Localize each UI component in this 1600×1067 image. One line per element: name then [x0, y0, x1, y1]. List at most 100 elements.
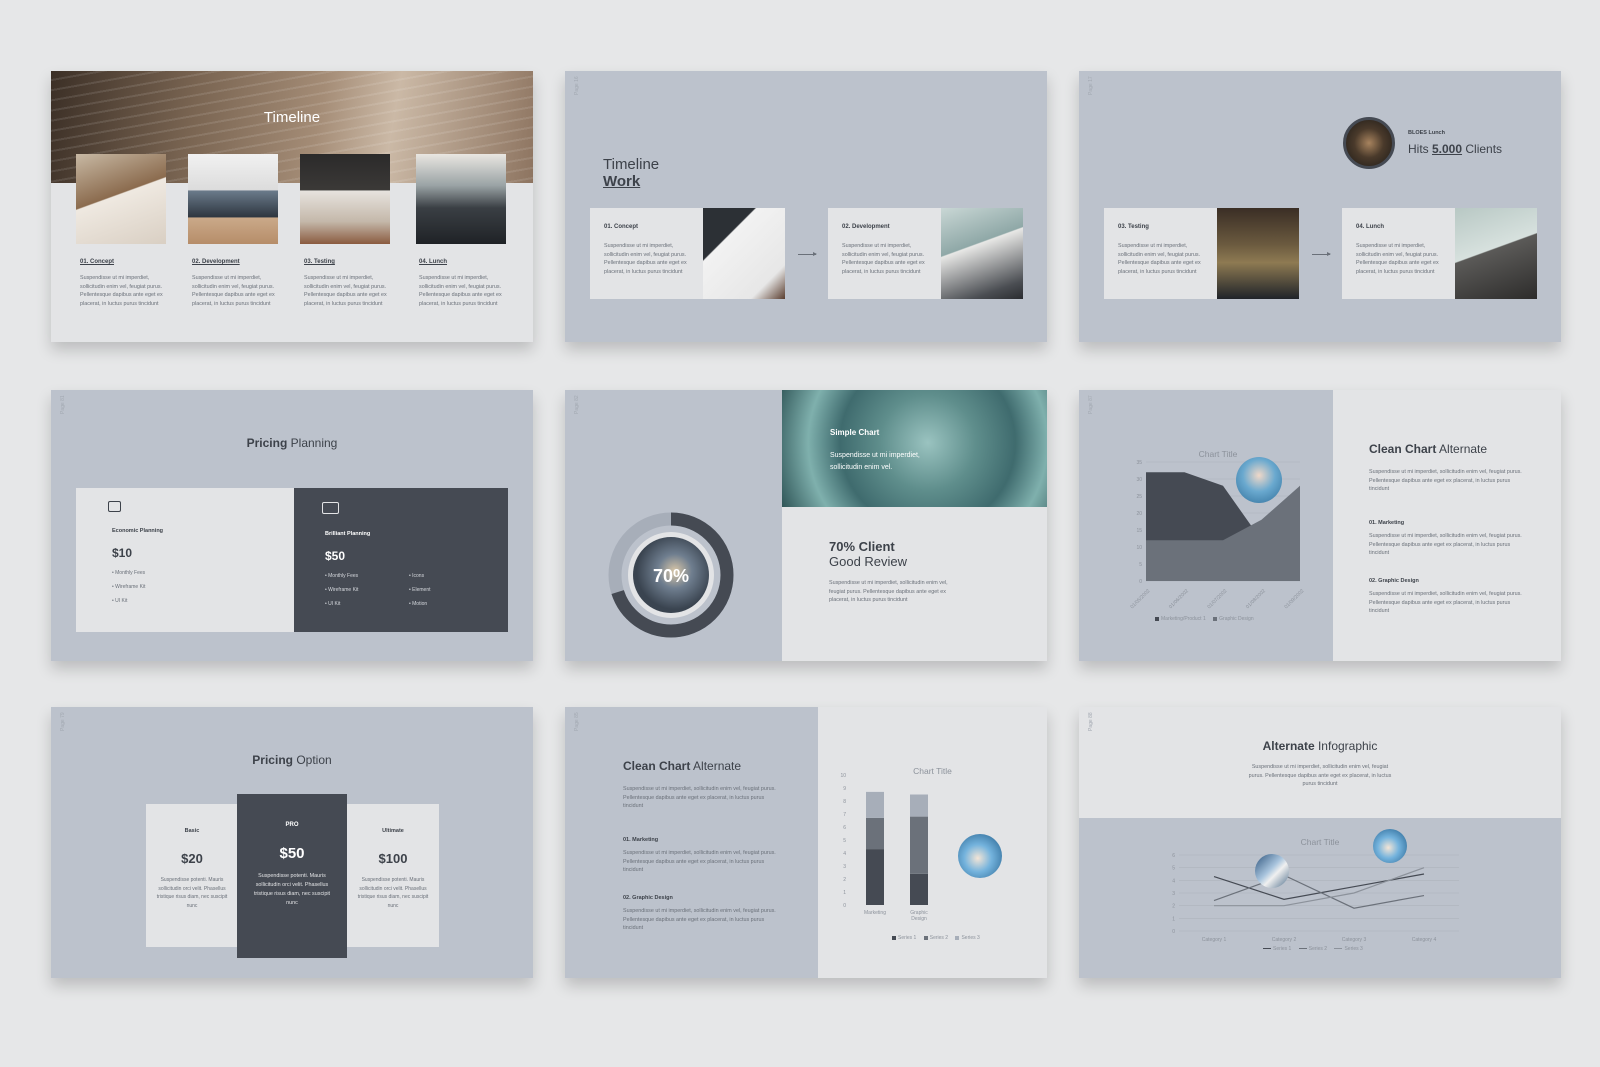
- plan-card-economic[interactable]: Economic Planning $10 Monthly Fees Wiref…: [76, 488, 294, 632]
- bar-segment: [866, 849, 884, 905]
- wallet-icon: [108, 501, 121, 512]
- feature-list: Icons Element Motion: [409, 569, 430, 611]
- page-number: Page 82: [574, 395, 580, 414]
- plan-price: $50: [325, 549, 346, 563]
- y-tick-label: 0: [1172, 929, 1175, 935]
- bar-segment: [910, 816, 928, 874]
- arrow-icon: [798, 252, 817, 256]
- workspace-photo: [300, 154, 390, 244]
- slide-alternate-infographic[interactable]: Page 88 Alternate Infographic Suspendiss…: [1079, 707, 1561, 978]
- y-tick-label: 6: [1172, 853, 1175, 859]
- card-label: 04. Lunch: [1356, 224, 1385, 230]
- slide-clean-chart-bars[interactable]: Page 85 Clean Chart Alternate Suspendiss…: [565, 707, 1047, 978]
- credit-card-icon: [322, 502, 339, 514]
- donut-chart: 70%: [608, 512, 734, 638]
- plan-price: $20: [181, 851, 203, 866]
- slide4-title: Pricing Planning: [51, 436, 533, 450]
- review-panel: 70% Client Good Review Suspendisse ut mi…: [782, 507, 1047, 661]
- x-tick-label: Design: [911, 916, 927, 922]
- feature: Monthly Fees: [112, 570, 145, 576]
- photo-caption-title: Simple Chart: [830, 428, 880, 437]
- slide7-title: Pricing Option: [51, 753, 533, 767]
- bar-segment: [866, 791, 884, 818]
- clients-badge-small: BLOES Lunch: [1408, 130, 1445, 136]
- bar-segment: [910, 873, 928, 905]
- arrow-icon: [1312, 252, 1331, 256]
- photo-caption-text: Suspendisse ut mi imperdiet, sollicitudi…: [830, 452, 920, 471]
- legend-label: Graphic Design: [1219, 616, 1254, 622]
- feature: Wireframe Kit: [112, 584, 145, 590]
- feature: Wireframe Kit: [325, 587, 358, 593]
- y-tick-label: 9: [843, 786, 846, 792]
- timeline-item-text: Suspendisse ut mi imperdiet, sollicitudi…: [304, 275, 387, 307]
- avatar: [1343, 117, 1395, 169]
- plan-price: $100: [378, 851, 408, 866]
- slide-pricing-planning[interactable]: Page 81 Pricing Planning Economic Planni…: [51, 390, 533, 661]
- plan-card-basic[interactable]: Basic $20 Suspendisse potenti. Mauris so…: [146, 804, 238, 947]
- plan-name: Economic Planning: [112, 528, 164, 534]
- section-label: 02. Graphic Design: [623, 895, 673, 901]
- x-tick-label: 01/07/2002: [1206, 588, 1228, 610]
- timeline-item-label: 03. Testing: [304, 259, 335, 265]
- timeline-item-text: Suspendisse ut mi imperdiet, sollicitudi…: [80, 275, 163, 307]
- slide-timeline-clients[interactable]: Page 17 BLOES Lunch Hits 5.000 Clients 0…: [1079, 71, 1561, 342]
- slide-client-review[interactable]: Page 82 70% Simple Chart Suspendisse ut …: [565, 390, 1047, 661]
- y-tick-label: 35: [1136, 460, 1142, 466]
- feature-list: Monthly Fees Wireframe Kit UI Kit: [325, 569, 358, 611]
- slide-clean-chart-area[interactable]: Page 87 Chart Title 35 30 25 20 15 10 5 0 01/05/…: [1079, 390, 1561, 661]
- y-tick-label: 5: [1172, 866, 1175, 872]
- y-tick-label: 2: [843, 877, 846, 883]
- review-text: Suspendisse ut mi imperdiet, sollicitudi…: [829, 580, 948, 604]
- card-label: 02. Development: [842, 224, 890, 230]
- panel-intro: Suspendisse ut mi imperdiet, sollicitudi…: [623, 786, 776, 810]
- cafe-photo: [416, 154, 506, 244]
- work-card: 01. Concept Suspendisse ut mi imperdiet,…: [590, 208, 785, 299]
- plan-card-ultimate[interactable]: Ultimate $100 Suspendisse potenti. Mauri…: [347, 804, 439, 947]
- legend-label: Series 3: [1344, 946, 1363, 952]
- badge-suffix: Clients: [1462, 142, 1503, 156]
- slide-timeline[interactable]: Timeline 01. Concept Suspendisse ut mi i…: [51, 71, 533, 342]
- slide1-title: Timeline: [263, 109, 321, 126]
- title-light: Alternate: [1436, 442, 1488, 456]
- panel-intro: Suspendisse ut mi imperdiet, sollicitudi…: [1369, 469, 1522, 493]
- badge-prefix: Hits: [1408, 142, 1432, 156]
- timeline-item-text: Suspendisse ut mi imperdiet, sollicitudi…: [419, 275, 502, 307]
- legend-label: Series 3: [961, 935, 980, 941]
- chart-text-panel: Clean Chart Alternate Suspendisse ut mi …: [1333, 390, 1561, 661]
- line-series-1: [1213, 873, 1425, 900]
- work-card: 04. Lunch Suspendisse ut mi imperdiet, s…: [1342, 208, 1537, 299]
- slide2-title: Timeline Work: [603, 156, 659, 190]
- swimmer-avatar: [958, 834, 1002, 878]
- y-tick-label: 5: [1139, 562, 1142, 568]
- plan-card-brilliant[interactable]: Brilliant Planning $50 Monthly Fees Wire…: [294, 488, 508, 632]
- page-number: Page 79: [60, 712, 66, 731]
- y-tick-label: 6: [843, 825, 846, 831]
- slide-timeline-work[interactable]: Page 16 Timeline Work 01. Concept Suspen…: [565, 71, 1047, 342]
- title-bold: Work: [603, 173, 641, 190]
- feature: Icons: [409, 573, 424, 579]
- museum-photo: [1217, 208, 1299, 299]
- section-text: Suspendisse ut mi imperdiet, sollicitudi…: [1369, 533, 1522, 557]
- timeline-item-label: 01. Concept: [80, 259, 115, 265]
- feature-list: Monthly Fees Wireframe Kit UI Kit: [112, 566, 145, 608]
- timeline-item-label: 02. Development: [192, 259, 240, 265]
- y-tick-label: 8: [843, 799, 846, 805]
- feature: Motion: [409, 601, 427, 607]
- feature: Element: [409, 587, 430, 593]
- bicycle-avatar: [1255, 854, 1289, 888]
- review-heading-light: Good Review: [829, 554, 908, 569]
- x-tick-label: Marketing: [864, 910, 886, 916]
- work-card: 02. Development Suspendisse ut mi imperd…: [828, 208, 1023, 299]
- line-chart: 6 5 4 3 2 1 0 Category 1 Category 2 Category 3 Cat…: [1172, 853, 1459, 943]
- title-bold: Pricing: [246, 436, 288, 450]
- donut-label: 70%: [653, 566, 689, 586]
- plan-card-pro[interactable]: PRO $50 Suspendisse potenti. Mauris soll…: [237, 794, 347, 958]
- section-label: 01. Marketing: [623, 837, 659, 843]
- x-tick-label: Category 1: [1202, 937, 1227, 943]
- title-light: Timeline: [603, 156, 660, 173]
- section-label: 02. Graphic Design: [1369, 578, 1419, 584]
- slide-pricing-option[interactable]: Page 79 Pricing Option Basic $20 Suspend…: [51, 707, 533, 978]
- title-bold: Clean Chart: [623, 759, 691, 773]
- woman-avatar: [1236, 457, 1282, 503]
- title-light: Alternate: [690, 759, 742, 773]
